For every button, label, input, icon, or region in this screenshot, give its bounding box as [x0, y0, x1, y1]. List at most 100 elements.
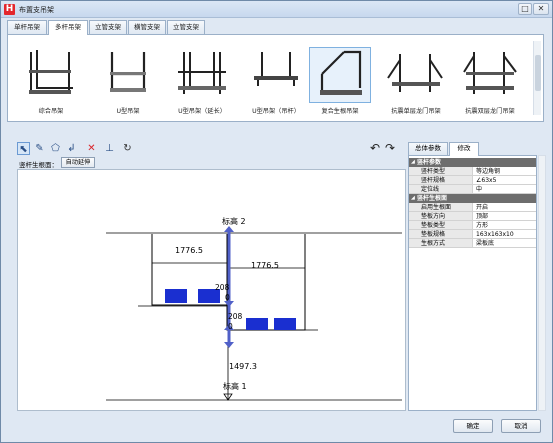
- gallery-label: 复合生根吊架: [321, 108, 359, 115]
- collapse-icon[interactable]: ◢: [411, 158, 415, 167]
- collapse-icon[interactable]: ◢: [411, 194, 415, 203]
- title-bar: H 布置支吊架 □ ✕: [1, 1, 552, 18]
- tier1-value-b: 0: [225, 293, 230, 302]
- property-row[interactable]: 定位线 中: [409, 185, 536, 194]
- gallery-item-composite[interactable]: 复合生根吊架: [309, 47, 371, 117]
- maximize-icon[interactable]: □: [518, 3, 532, 15]
- property-row[interactable]: 竖杆类型 等边角钢: [409, 167, 536, 176]
- row-gutter: [409, 212, 418, 221]
- property-key: 垫板方向: [418, 212, 473, 221]
- seismic-double-gantry-icon: [459, 47, 521, 103]
- property-row[interactable]: 生根方式 梁板底: [409, 239, 536, 248]
- height-dimension: 1497.3: [229, 362, 257, 371]
- property-key: 竖杆规格: [418, 176, 473, 185]
- gallery-label: U型吊架（吊杆）: [252, 108, 300, 115]
- row-gutter: [409, 176, 418, 185]
- property-value[interactable]: 163x163x10: [473, 230, 536, 239]
- scrollbar-thumb[interactable]: [535, 55, 541, 91]
- row-gutter: [409, 230, 418, 239]
- gallery-item-u[interactable]: U型吊架: [97, 47, 159, 117]
- property-row[interactable]: 启用生根面 开启: [409, 203, 536, 212]
- property-key: 垫板类型: [418, 221, 473, 230]
- dialog-window: H 布置支吊架 □ ✕ 单杆吊架 多杆吊架 立管支架 横管支架 立管支架 综合吊…: [0, 0, 553, 443]
- property-row[interactable]: 垫板类型 方形: [409, 221, 536, 230]
- dimension-right: 1776.5: [251, 261, 279, 270]
- tab-modify[interactable]: 修改: [449, 142, 479, 156]
- row-gutter: [409, 203, 418, 212]
- group-header-root-surface[interactable]: ◢ 竖杆生根面: [409, 194, 536, 203]
- group-title: 竖杆参数: [417, 159, 442, 166]
- property-row[interactable]: 垫板方向 顶部: [409, 212, 536, 221]
- property-key: 启用生根面: [418, 203, 473, 212]
- gallery-label: 抗震单层龙门吊架: [391, 108, 441, 115]
- group-title: 竖杆生根面: [417, 195, 448, 202]
- group-header-rod-params[interactable]: ◢ 竖杆参数: [409, 158, 536, 167]
- property-value[interactable]: 顶部: [473, 212, 536, 221]
- ok-button[interactable]: 确定: [453, 419, 493, 433]
- property-value[interactable]: 等边角钢: [473, 167, 536, 176]
- u-hanger-rod-icon: [245, 47, 307, 103]
- tab-multi-rod[interactable]: 多杆吊架: [48, 20, 88, 35]
- gallery-item-u-extended[interactable]: U型吊架（延长）: [171, 47, 233, 117]
- property-key: 生根方式: [418, 239, 473, 248]
- row-gutter: [409, 221, 418, 230]
- property-scrollbar[interactable]: [538, 155, 546, 411]
- property-key: 定位线: [418, 185, 473, 194]
- u-hanger-icon: [97, 47, 159, 103]
- gallery-label: U型吊架: [116, 108, 140, 115]
- close-icon[interactable]: ✕: [533, 3, 549, 15]
- gallery-item-seismic-double[interactable]: 抗震双层龙门吊架: [459, 47, 521, 117]
- tab-vertical-support[interactable]: 立管支架: [89, 20, 127, 34]
- cancel-button[interactable]: 取消: [501, 419, 541, 433]
- seismic-single-gantry-icon: [385, 47, 447, 103]
- undo-icon[interactable]: ↶: [370, 141, 380, 155]
- redo-icon[interactable]: ↷: [385, 141, 395, 155]
- property-row[interactable]: 竖杆规格 ∠63x5: [409, 176, 536, 185]
- composite-root-hanger-icon: [309, 47, 371, 103]
- gallery-item-seismic-single[interactable]: 抗震单层龙门吊架: [385, 47, 447, 117]
- property-value[interactable]: 开启: [473, 203, 536, 212]
- tab-riser-support[interactable]: 立管支架: [167, 20, 205, 34]
- tab-general-params[interactable]: 总体参数: [408, 142, 448, 155]
- level-top-label: 标高 2: [222, 217, 246, 226]
- row-gutter: [409, 185, 418, 194]
- property-grid: ◢ 竖杆参数 竖杆类型 等边角钢 竖杆规格 ∠63x5 定位线 中 ◢ 竖杆生根…: [408, 155, 537, 411]
- gallery-item-combined[interactable]: 综合吊架: [20, 47, 82, 117]
- gallery-label: 综合吊架: [38, 108, 64, 115]
- refresh-icon[interactable]: ↻: [121, 142, 134, 155]
- window-title: 布置支吊架: [19, 6, 54, 14]
- combined-hanger-icon: [20, 47, 82, 103]
- shape-tool-icon[interactable]: ⬠: [49, 142, 62, 155]
- tab-single-rod[interactable]: 单杆吊架: [7, 20, 47, 34]
- property-value[interactable]: 梁板底: [473, 239, 536, 248]
- connect-tool-icon[interactable]: ↲: [65, 142, 78, 155]
- u-hanger-extended-icon: [171, 47, 233, 103]
- gallery-label: U型吊架（延长）: [178, 108, 226, 115]
- tier2-value-a: 208: [228, 312, 243, 321]
- property-key: 竖杆类型: [418, 167, 473, 176]
- gallery-scrollbar[interactable]: [533, 41, 541, 115]
- tier2-value-b: 0: [228, 322, 233, 331]
- select-tool-icon[interactable]: ⬉: [17, 142, 30, 155]
- tab-horizontal-support[interactable]: 横管支架: [128, 20, 166, 34]
- row-gutter: [409, 239, 418, 248]
- gallery-item-u-rod[interactable]: U型吊架（吊杆）: [245, 47, 307, 117]
- property-value[interactable]: 中: [473, 185, 536, 194]
- gallery-label: 抗震双层龙门吊架: [465, 108, 515, 115]
- tier1-value-a: 208: [215, 283, 230, 292]
- auto-extend-button[interactable]: 自动延伸: [61, 157, 95, 168]
- app-logo-icon: H: [4, 4, 15, 15]
- property-key: 垫板规格: [418, 230, 473, 239]
- edit-tool-icon[interactable]: ✎: [33, 142, 46, 155]
- anchor-tool-icon[interactable]: ⊥: [103, 142, 116, 155]
- root-surface-label: 竖杆生根面：: [19, 161, 58, 169]
- level-bottom-label: 标高 1: [223, 382, 247, 391]
- property-value[interactable]: ∠63x5: [473, 176, 536, 185]
- property-value[interactable]: 方形: [473, 221, 536, 230]
- delete-icon[interactable]: ✕: [85, 142, 98, 155]
- hanger-gallery: 综合吊架 U型吊架 U型吊架（延长） U型吊架（吊杆） 复合生根吊架 抗震单层龙…: [7, 34, 544, 122]
- property-row[interactable]: 垫板规格 163x163x10: [409, 230, 536, 239]
- drawing-canvas[interactable]: 标高 2 1776.5 1776.5 208 0 208 0 1497.3 标高…: [17, 169, 406, 411]
- dimension-left: 1776.5: [175, 246, 203, 255]
- row-gutter: [409, 167, 418, 176]
